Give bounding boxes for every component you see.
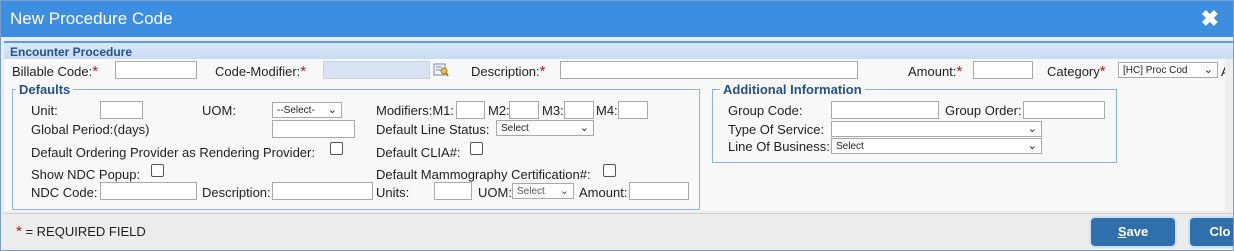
uom2-label: UOM: — [478, 185, 512, 200]
save-button[interactable]: Save — [1091, 218, 1175, 246]
chevron-down-icon: ⌄ — [327, 104, 337, 116]
billable-code-input[interactable] — [115, 61, 197, 79]
uom2-select[interactable]: Select ⌄ — [512, 183, 574, 199]
default-mammography-checkbox[interactable] — [603, 164, 616, 177]
form-body: Billable Code:* Code-Modifier:* Descript… — [4, 59, 1233, 211]
line-of-business-label: Line Of Business: — [728, 139, 830, 154]
ordering-provider-checkbox[interactable] — [330, 142, 343, 155]
default-mammography-label: Default Mammography Certification#: — [376, 167, 591, 182]
ordering-provider-label: Default Ordering Provider as Rendering P… — [31, 145, 315, 160]
m4-label: M4: — [596, 103, 618, 118]
default-line-status-select[interactable]: Select ⌄ — [496, 120, 594, 136]
show-ndc-popup-label: Show NDC Popup: — [31, 167, 141, 182]
uom-select[interactable]: --Select- ⌄ — [272, 102, 342, 118]
m4-input[interactable] — [618, 101, 648, 119]
section-title: Encounter Procedure — [10, 45, 133, 59]
amount-label: Amount:* — [908, 63, 963, 80]
chevron-down-icon: ⌄ — [1203, 64, 1213, 76]
additional-info-legend: Additional Information — [720, 82, 865, 97]
group-code-label: Group Code: — [728, 103, 803, 118]
chevron-down-icon: ⌄ — [1027, 123, 1037, 135]
global-period-label: Global Period:(days) — [31, 122, 150, 137]
category-select[interactable]: [HC] Proc Cod ⌄ — [1118, 62, 1218, 78]
ndc-description-label: Description: — [202, 185, 271, 200]
units-input[interactable] — [434, 182, 472, 200]
global-period-input[interactable] — [272, 120, 355, 138]
group-code-input[interactable] — [831, 101, 939, 119]
group-order-label: Group Order: — [945, 103, 1022, 118]
m2-input[interactable] — [509, 101, 539, 119]
unit-label: Unit: — [31, 103, 58, 118]
close-icon[interactable]: ✖ — [1201, 6, 1219, 32]
code-modifier-label: Code-Modifier:* — [215, 63, 307, 80]
default-clia-checkbox[interactable] — [470, 142, 483, 155]
billable-code-label: Billable Code:* — [12, 63, 99, 80]
close-button[interactable]: Clo — [1190, 218, 1233, 246]
amount-input[interactable] — [973, 61, 1033, 79]
new-procedure-code-dialog: New Procedure Code ✖ Encounter Procedure… — [0, 0, 1234, 251]
default-line-status-label: Default Line Status: — [376, 122, 490, 137]
m3-label: M3: — [542, 103, 564, 118]
ndc-amount-label: Amount: — [579, 185, 628, 200]
modifiers-m1-label: Modifiers:M1: — [376, 103, 455, 118]
section-header: Encounter Procedure — [4, 41, 1233, 61]
chevron-down-icon: ⌄ — [579, 122, 589, 134]
type-of-service-label: Type Of Service: — [728, 122, 825, 137]
title-bar: New Procedure Code ✖ — [1, 1, 1233, 37]
defaults-legend: Defaults — [16, 82, 74, 97]
description-label: Description:* — [471, 63, 546, 80]
ndc-amount-input[interactable] — [629, 182, 689, 200]
chevron-down-icon: ⌄ — [559, 185, 569, 197]
units-label: Units: — [376, 185, 410, 200]
line-of-business-select[interactable]: Select ⌄ — [831, 138, 1042, 154]
ndc-code-input[interactable] — [100, 182, 197, 200]
description-input[interactable] — [560, 61, 858, 79]
default-clia-label: Default CLIA#: — [376, 145, 461, 160]
category-label: Category* — [1047, 63, 1106, 80]
vertical-scrollbar[interactable] — [1225, 59, 1233, 211]
required-field-note: * = REQUIRED FIELD — [16, 223, 146, 240]
chevron-down-icon: ⌄ — [1027, 140, 1037, 152]
code-modifier-input[interactable] — [323, 61, 430, 79]
m2-label: M2: — [488, 103, 510, 118]
type-of-service-select[interactable]: ⌄ — [831, 121, 1042, 137]
m1-input[interactable] — [456, 101, 485, 119]
dialog-footer: * = REQUIRED FIELD Save Clo — [4, 213, 1233, 250]
uom-label: UOM: — [202, 103, 236, 118]
group-order-input[interactable] — [1023, 101, 1105, 119]
dialog-title: New Procedure Code — [10, 9, 173, 28]
ndc-code-label: NDC Code: — [31, 185, 98, 200]
m3-input[interactable] — [564, 101, 594, 119]
ndc-description-input[interactable] — [272, 182, 373, 200]
show-ndc-popup-checkbox[interactable] — [151, 164, 164, 177]
lookup-icon[interactable] — [433, 61, 449, 77]
unit-input[interactable] — [100, 101, 143, 119]
